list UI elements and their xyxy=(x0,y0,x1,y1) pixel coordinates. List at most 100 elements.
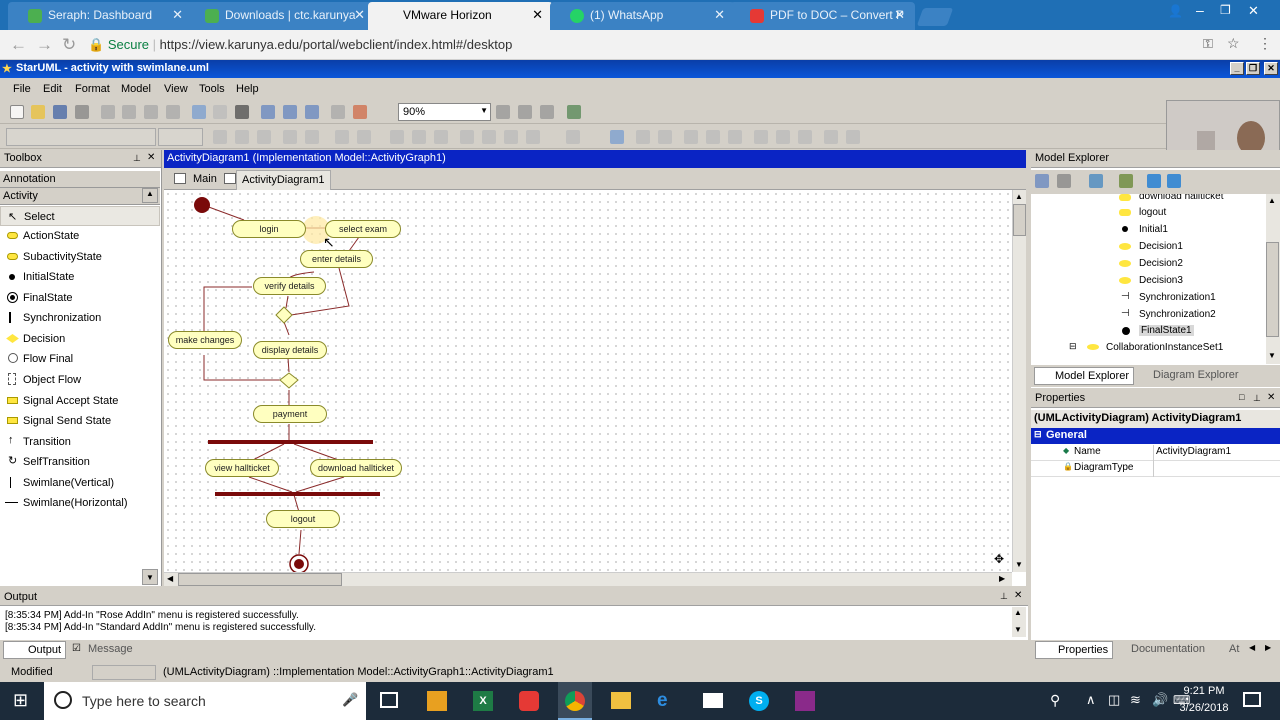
toolbox-item-actionstate[interactable]: ActionState xyxy=(0,226,160,246)
close-tab-icon[interactable]: ✕ xyxy=(354,7,365,23)
pin-icon[interactable]: ⊥ xyxy=(133,153,141,164)
find-icon[interactable] xyxy=(235,105,249,119)
node-login[interactable]: login xyxy=(232,220,306,238)
toolbox-item-synchronization[interactable]: Synchronization xyxy=(0,308,160,328)
microphone-icon[interactable]: 🎤 xyxy=(342,692,358,708)
store-icon[interactable] xyxy=(427,691,447,711)
pen-icon[interactable] xyxy=(235,130,249,144)
scroll-thumb[interactable] xyxy=(178,573,342,586)
toolbox-item-signalsend[interactable]: Signal Send State xyxy=(0,411,160,431)
toolbox-item-transition[interactable]: ↑ Transition xyxy=(0,432,160,452)
line-style-icon[interactable] xyxy=(283,130,297,144)
join-bar[interactable] xyxy=(215,492,380,496)
excel-icon[interactable]: X xyxy=(473,691,493,711)
space-icon[interactable] xyxy=(846,130,860,144)
fit-icon[interactable] xyxy=(540,105,554,119)
edge-icon[interactable]: e xyxy=(657,690,668,712)
tree-item[interactable]: Synchronization1 xyxy=(1139,292,1216,303)
font-size-select[interactable] xyxy=(158,128,203,146)
menu-file[interactable]: File xyxy=(13,83,31,95)
tab-properties[interactable]: Properties xyxy=(1035,641,1114,659)
suppress-icon[interactable] xyxy=(390,130,404,144)
route-icon[interactable] xyxy=(566,130,580,144)
scroll-up-icon[interactable]: ▲ xyxy=(1014,608,1022,617)
close-icon[interactable]: ✕ xyxy=(1014,590,1022,601)
tab-attachments[interactable]: At xyxy=(1229,643,1239,655)
decision-node-2[interactable] xyxy=(279,372,299,389)
move-icon[interactable]: ✥ xyxy=(994,552,1004,566)
activity-section[interactable]: Activity ▲ xyxy=(0,188,160,205)
tree-item[interactable]: download hallticket xyxy=(1139,194,1224,202)
undo-icon[interactable] xyxy=(192,105,206,119)
task-view-icon[interactable] xyxy=(380,692,398,708)
windows-start-icon[interactable]: ⊞ xyxy=(13,690,28,711)
tab-activitydiagram1[interactable]: ActivityDiagram1 xyxy=(236,170,331,190)
browser-tab-pdf[interactable]: PDF to DOC – Convert P ✕ xyxy=(730,2,915,30)
toolbox-item-objectflow[interactable]: Object Flow xyxy=(0,370,160,390)
node-view-hallticket[interactable]: view hallticket xyxy=(205,459,279,477)
skype-icon[interactable]: S xyxy=(749,691,769,711)
explorer-scrollbar[interactable]: ▲ ▼ xyxy=(1266,194,1280,364)
chevron-up-icon[interactable]: ∧ xyxy=(1086,692,1096,708)
menu-help[interactable]: Help xyxy=(236,83,259,95)
decision-node-1[interactable] xyxy=(275,306,293,324)
close-tab-icon[interactable]: ✕ xyxy=(894,7,905,23)
node-display-details[interactable]: display details xyxy=(253,341,327,359)
key-icon[interactable]: ⚿ xyxy=(1203,36,1213,52)
vertical-scrollbar[interactable]: ▲ ▼ xyxy=(1012,190,1026,572)
route-icon[interactable] xyxy=(482,130,496,144)
redo-icon[interactable] xyxy=(213,105,227,119)
refresh-icon[interactable] xyxy=(331,105,345,119)
chrome-taskbar-item[interactable] xyxy=(558,682,592,720)
taskbar-search[interactable]: Type here to search 🎤 xyxy=(44,682,366,720)
tree-item[interactable]: Decision2 xyxy=(1139,258,1183,269)
cut-icon[interactable] xyxy=(101,105,115,119)
app-restore-button[interactable]: ❐ xyxy=(1246,62,1260,75)
menu-format[interactable]: Format xyxy=(75,83,110,95)
tab-diagram-explorer[interactable]: Diagram Explorer xyxy=(1135,367,1243,383)
acrobat-icon[interactable] xyxy=(519,691,539,711)
suppress-icon[interactable] xyxy=(412,130,426,144)
save-icon[interactable] xyxy=(53,105,67,119)
scroll-thumb[interactable] xyxy=(1266,242,1279,337)
diagram-canvas[interactable]: login select exam enter details verify d… xyxy=(164,190,1014,572)
profile-icon[interactable]: 👤 xyxy=(1168,4,1183,18)
url-field[interactable]: 🔒 Secure | https://view.karunya.edu/port… xyxy=(88,34,1256,56)
initial-node[interactable] xyxy=(194,197,210,213)
tree-item[interactable]: CollaborationInstanceSet1 xyxy=(1106,342,1223,353)
node-logout[interactable]: logout xyxy=(266,510,340,528)
menu-edit[interactable]: Edit xyxy=(43,83,62,95)
pin-icon[interactable]: ⊥ xyxy=(1253,393,1261,404)
pin-icon[interactable]: ⊥ xyxy=(1000,591,1008,602)
wifi-icon[interactable]: ≋ xyxy=(1130,692,1141,708)
reload-icon[interactable]: ↻ xyxy=(62,35,76,55)
property-row-diagramtype[interactable]: 🔒 DiagramType xyxy=(1031,461,1280,477)
zoom-out-icon[interactable] xyxy=(518,105,532,119)
property-value[interactable]: ActivityDiagram1 xyxy=(1156,446,1231,457)
scroll-up-icon[interactable]: ▲ xyxy=(1268,196,1276,205)
minimize-icon[interactable]: – xyxy=(1196,2,1204,18)
print-icon[interactable] xyxy=(75,105,89,119)
sort-icon[interactable] xyxy=(1035,174,1049,188)
horizontal-scrollbar[interactable]: ◀ ▶ xyxy=(164,572,1012,586)
tab-right-icon[interactable]: ▶ xyxy=(1265,643,1271,652)
toolbox-item-signalaccept[interactable]: Signal Accept State xyxy=(0,391,160,411)
new-tab-button[interactable] xyxy=(916,8,954,26)
property-row-name[interactable]: ◆ Name ActivityDiagram1 xyxy=(1031,445,1280,461)
paste-icon[interactable] xyxy=(144,105,158,119)
tab-documentation[interactable]: Documentation xyxy=(1131,643,1205,655)
scroll-down-icon[interactable]: ▼ xyxy=(142,569,158,585)
font-select[interactable] xyxy=(6,128,156,146)
volume-icon[interactable]: 🔊 xyxy=(1152,692,1168,708)
up-icon[interactable] xyxy=(1147,174,1161,188)
properties-section-general[interactable]: ⊟ General xyxy=(1031,428,1280,444)
browser-tab-vmware[interactable]: VMware Horizon ✕ xyxy=(368,2,553,30)
align-left-icon[interactable] xyxy=(684,130,698,144)
diagram-icon[interactable] xyxy=(567,105,581,119)
app-minimize-button[interactable]: _ xyxy=(1230,62,1244,75)
output-scrollbar[interactable]: ▲ ▼ xyxy=(1012,607,1026,637)
scroll-down-icon[interactable]: ▼ xyxy=(1014,625,1022,634)
tree-item[interactable]: Decision1 xyxy=(1139,241,1183,252)
sort-icon[interactable] xyxy=(1057,174,1071,188)
tree-item[interactable]: Synchronization2 xyxy=(1139,309,1216,320)
